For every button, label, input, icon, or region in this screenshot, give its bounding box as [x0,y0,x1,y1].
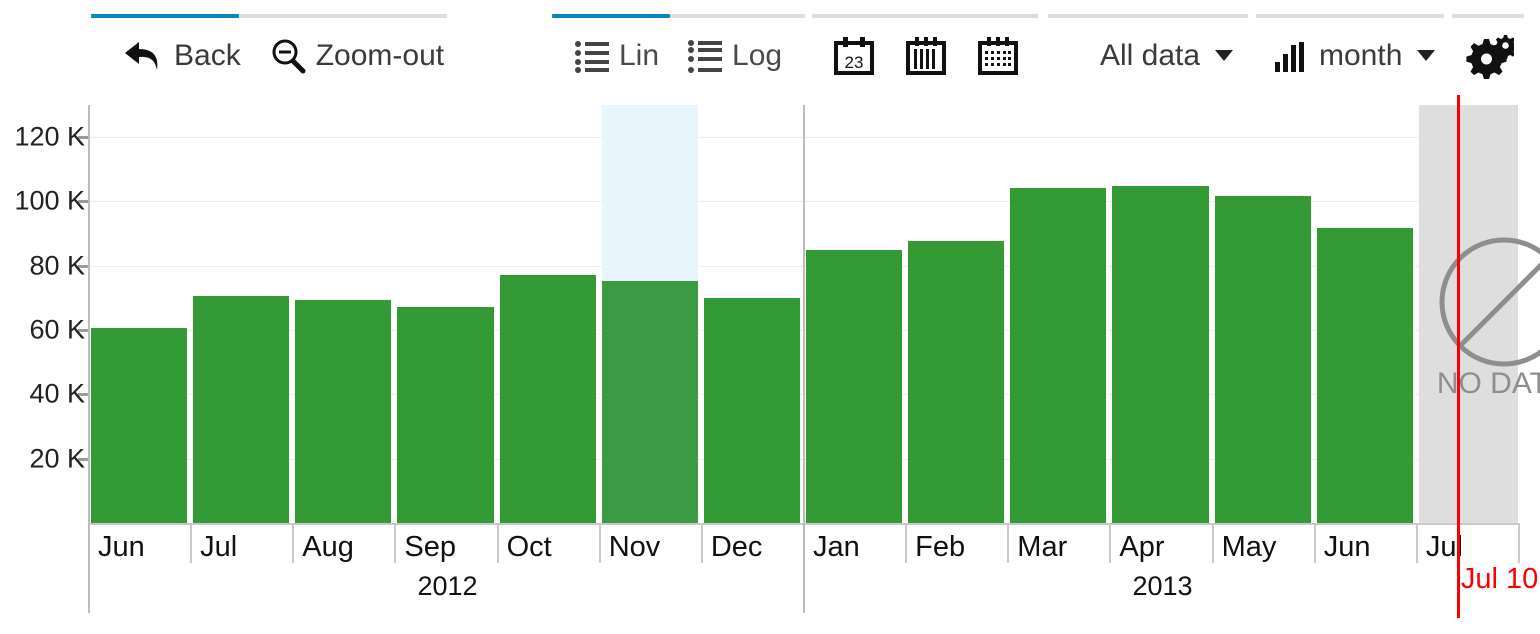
x-tick-label: May [1221,531,1277,563]
current-date-marker-label: Jul 10 [1460,563,1539,595]
x-tick-separator [496,523,499,563]
calendar-grid-button[interactable] [962,26,1034,86]
year-group-label: 2012 [417,571,478,601]
chevron-down-icon [1417,50,1436,61]
x-tick-label: Dec [710,531,763,563]
toolbar-group-navigation: Back Zoom-out [91,0,447,95]
back-button[interactable]: Back [109,26,255,86]
x-tick-separator [1211,523,1214,563]
y-tick-label: 20 K [29,443,85,474]
x-tick-label: Feb [915,531,966,563]
scale-lin-button[interactable]: Lin [560,26,673,86]
x-tick-label: Nov [608,531,661,563]
bar[interactable] [1112,186,1209,523]
calendar-bars-icon [904,35,948,77]
x-tick-separator [1109,523,1112,563]
x-tick-separator [1415,523,1418,563]
bar-chart[interactable]: 20 K 40 K 60 K 80 K 100 K 120 K NO DATA Jun Jul… [0,95,1540,634]
toolbar-group-granularity: month [1256,0,1444,95]
toolbar-group-calendar-views: 23 [812,0,1038,95]
bar[interactable] [499,275,596,523]
y-tick-label: 100 K [14,185,85,216]
bar[interactable] [397,306,494,523]
x-tick-separator [700,523,703,563]
calendar-grid-icon [976,35,1020,77]
column-highlight-band [601,105,698,281]
granularity-dropdown[interactable]: month [1260,26,1449,86]
current-date-marker-line [1456,95,1460,618]
x-tick-separator [1518,523,1520,563]
y-tick-label: 60 K [29,314,85,345]
active-tab-indicator-lin [552,14,670,18]
year-group-label: 2013 [1132,571,1193,601]
all-data-dropdown[interactable]: All data [1086,26,1247,86]
calendar-day-icon: 23 [832,35,876,77]
year-group-separator [803,105,805,613]
scale-log-label: Log [732,38,783,72]
svg-text:23: 23 [845,53,864,72]
chevron-down-icon [1215,50,1234,61]
bar-chart-icon [1274,40,1310,72]
bar[interactable] [806,250,903,523]
zoom-out-label: Zoom-out [315,38,445,72]
toolbar-group-data-range: All data [1048,0,1248,95]
x-tick-separator [1007,523,1010,563]
active-tab-indicator-back [91,14,239,18]
x-tick-separator [598,523,601,563]
y-tick-label: 40 K [29,378,85,409]
scale-lin-label: Lin [619,38,660,72]
calendar-bars-button[interactable] [890,26,962,86]
x-tick-label: Oct [506,531,552,563]
x-tick-label: Mar [1017,531,1068,563]
x-tick-label: Apr [1119,531,1165,563]
back-arrow-icon [123,38,165,74]
bar[interactable] [703,297,800,523]
bar[interactable] [908,241,1005,523]
bar[interactable] [295,300,392,523]
x-tick-label: Jan [813,531,860,563]
scale-log-button[interactable]: Log [673,26,796,86]
calendar-day-button[interactable]: 23 [818,26,890,86]
x-tick-label: Sep [404,531,457,563]
settings-button[interactable] [1452,26,1524,86]
y-tick-label: 80 K [29,250,85,281]
x-tick-separator [1313,523,1316,563]
bar[interactable] [1010,187,1107,523]
x-tick-label: Jul [200,531,238,563]
x-tick-label: Aug [302,531,354,563]
zoom-out-button[interactable]: Zoom-out [255,26,458,86]
bar[interactable] [601,280,698,523]
no-entry-icon [1439,237,1540,367]
y-tick-label: 120 K [14,121,85,152]
bar[interactable] [1214,195,1311,523]
x-tick-separator [292,523,295,563]
x-tick-separator [394,523,397,563]
chart-toolbar: Back Zoom-out Lin Log 23 All data month [0,0,1540,95]
toolbar-group-settings [1452,0,1524,95]
all-data-label: All data [1100,38,1201,72]
granularity-label: month [1319,38,1403,72]
zoom-out-icon [269,37,307,75]
x-tick-separator [190,523,193,563]
x-tick-label: Jun [98,531,145,563]
list-lin-icon [574,39,610,73]
gears-icon [1462,33,1514,79]
bar[interactable] [193,296,290,523]
x-tick-label: Jun [1323,531,1371,563]
list-log-icon [687,39,723,73]
year-group-separator [88,105,90,613]
toolbar-group-scale: Lin Log [552,0,805,95]
bar[interactable] [91,328,188,523]
x-tick-separator [905,523,908,563]
no-data-label: NO DATA [1437,367,1540,400]
bar[interactable] [1316,228,1413,523]
back-label: Back [174,38,241,72]
